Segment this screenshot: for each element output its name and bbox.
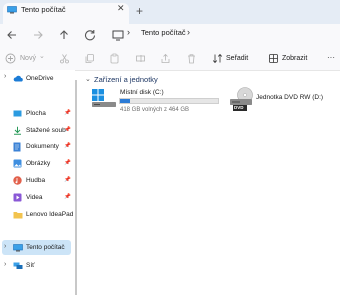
view-button[interactable]: Zobrazit (282, 55, 307, 62)
sidebar-item-label: Stažené soub (26, 127, 66, 134)
refresh-icon[interactable] (82, 27, 98, 43)
pin-icon: 📌 (64, 160, 71, 166)
expand-chevron-icon[interactable]: › (4, 243, 6, 250)
sidebar-item-this-pc[interactable]: Tento počítač (13, 241, 79, 255)
address-path[interactable]: Tento počítač (141, 28, 186, 37)
sidebar-item-label: Dokumenty (26, 143, 59, 150)
sidebar-item-lenovo-ideapad[interactable]: Lenovo IdeaPad (13, 208, 79, 222)
sidebar-item-label: Lenovo IdeaPad (26, 211, 74, 218)
document-icon (13, 142, 21, 152)
drive-usage-fill (120, 99, 130, 103)
network-icon (13, 262, 23, 269)
rename-icon[interactable] (135, 53, 146, 64)
cut-icon[interactable] (59, 53, 70, 64)
sort-button[interactable]: Seřadit (226, 55, 248, 62)
sidebar-item-pictures[interactable]: Obrázky 📌 (13, 157, 79, 171)
pin-icon: 📌 (64, 143, 71, 149)
computer-icon (13, 244, 23, 252)
sidebar-item-desktop[interactable]: Plocha 📌 (13, 107, 79, 121)
sidebar-item-label: OneDrive (26, 75, 54, 82)
address-chevron-icon[interactable]: › (187, 27, 190, 37)
desktop-icon (13, 110, 22, 117)
folder-icon (13, 212, 23, 219)
pin-icon: 📌 (64, 110, 71, 116)
download-icon (14, 126, 21, 135)
new-plus-icon (5, 53, 16, 64)
windows-drive-icon (92, 89, 116, 107)
expand-chevron-icon[interactable]: › (4, 261, 6, 268)
sidebar-item-label: Videa (26, 194, 43, 201)
sidebar-item-label: Tento počítač (26, 244, 65, 251)
video-icon (13, 193, 22, 202)
drive-c-free-space: 418 GB volných z 464 GB (120, 107, 190, 113)
collapse-chevron-icon[interactable]: ⌄ (85, 75, 91, 83)
monitor-icon (112, 30, 124, 41)
sidebar-item-videos[interactable]: Videa 📌 (13, 191, 79, 205)
cloud-icon (13, 75, 23, 82)
pin-icon: 📌 (64, 177, 71, 183)
pictures-icon (13, 159, 22, 168)
copy-icon[interactable] (84, 53, 95, 64)
drive-c-name: Místní disk (C:) (120, 89, 164, 96)
sidebar-item-downloads[interactable]: Stažené soub 📌 (13, 124, 79, 138)
new-button[interactable]: Nový (20, 55, 36, 62)
up-arrow-icon[interactable] (56, 27, 72, 43)
sidebar-item-label: Síť (26, 262, 35, 269)
sidebar-item-label: Hudba (26, 177, 46, 184)
delete-icon[interactable] (186, 53, 197, 64)
new-chevron-icon[interactable]: ⌄ (39, 52, 45, 60)
drive-d-name: Jednotka DVD RW (D:) (256, 94, 324, 101)
breadcrumb-chevron-icon[interactable]: › (127, 27, 130, 37)
dvd-badge: DVD (234, 105, 244, 110)
sidebar-item-label: Obrázky (26, 160, 51, 167)
expand-chevron-icon[interactable]: › (4, 73, 6, 80)
more-options-icon[interactable]: ··· (327, 53, 335, 62)
sidebar-item-documents[interactable]: Dokumenty 📌 (13, 140, 79, 154)
sort-icon[interactable] (212, 53, 223, 64)
computer-icon (7, 6, 17, 14)
music-icon (13, 176, 22, 185)
sidebar-item-network[interactable]: Síť (13, 259, 79, 273)
share-icon[interactable] (160, 53, 171, 64)
new-tab-button[interactable]: + (136, 4, 143, 18)
sidebar-item-label: Plocha (26, 110, 46, 117)
tab-title: Tento počítač (21, 5, 66, 14)
close-tab-icon[interactable]: ✕ (117, 3, 125, 14)
sidebar-item-music[interactable]: Hudba 📌 (13, 174, 79, 188)
sidebar-item-onedrive[interactable]: OneDrive (13, 72, 79, 86)
paste-icon[interactable] (109, 53, 120, 64)
view-icon[interactable] (268, 53, 279, 64)
forward-arrow-icon[interactable] (30, 27, 46, 43)
drive-usage-bar (119, 98, 219, 104)
pin-icon: 📌 (64, 127, 71, 133)
section-title[interactable]: Zařízení a jednotky (94, 75, 158, 84)
pin-icon: 📌 (64, 194, 71, 200)
back-arrow-icon[interactable] (4, 27, 20, 43)
